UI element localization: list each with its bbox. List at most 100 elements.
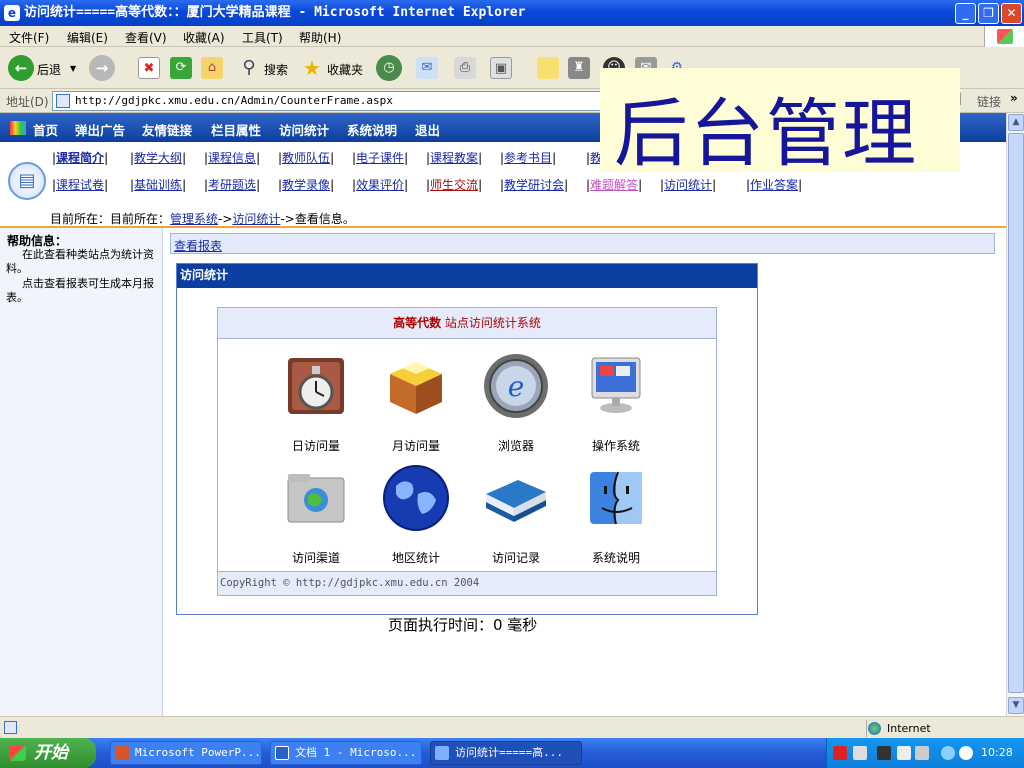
scroll-down-button[interactable]: ▼ (1008, 697, 1024, 714)
refresh-icon[interactable]: ⟳ (170, 57, 192, 79)
execution-time: 页面执行时间：0 毫秒 (388, 616, 538, 634)
nav-popup-ads[interactable]: 弹出广告 (75, 120, 125, 139)
item-label: 访问记录 (491, 551, 540, 565)
nav-home[interactable]: 首页 (33, 120, 58, 139)
computer-monitor-icon[interactable] (582, 352, 650, 420)
report-bar: 查看报表 (170, 233, 995, 254)
favorites-star-icon[interactable]: ★ (301, 57, 323, 79)
folder-globe-icon[interactable] (282, 464, 350, 532)
start-label: 开始 (34, 743, 68, 763)
browser-item[interactable]: e 浏览器 (466, 352, 566, 454)
menu-bar: 文件(F) 编辑(E) 查看(V) 收藏(A) 工具(T) 帮助(H) (0, 26, 1024, 47)
nav-logout[interactable]: 退出 (415, 120, 440, 139)
stats-system-heading: 高等代数 站点访问统计系统 (218, 308, 716, 339)
breadcrumb-visit-stats[interactable]: 访问统计 (232, 212, 280, 226)
earth-globe-icon[interactable] (382, 464, 450, 532)
monthly-visits-item[interactable]: 月访问量 (366, 352, 466, 454)
task-label: Microsoft PowerP... (135, 746, 261, 759)
back-dropdown-icon[interactable]: ▼ (70, 64, 76, 73)
task-label: 访问统计=====高... (455, 746, 563, 759)
menu-tools[interactable]: 工具(T) (242, 29, 283, 46)
task-label: 文档 1 - Microso... (295, 746, 417, 759)
chevron-icon[interactable]: » (1010, 91, 1018, 105)
stop-icon[interactable]: ✖ (138, 57, 160, 79)
restore-button[interactable]: ❐ (978, 3, 999, 24)
scroll-up-button[interactable]: ▲ (1008, 114, 1024, 131)
link-exams[interactable]: 课程试卷 (56, 178, 104, 192)
breadcrumb-separator: -> (218, 212, 233, 226)
research-icon[interactable]: ♜ (568, 57, 590, 79)
link-teaching-video[interactable]: 教学录像 (282, 178, 330, 192)
link-course-intro[interactable]: 课程简介 (56, 151, 104, 165)
powerpoint-icon (115, 746, 129, 760)
start-button[interactable]: 开始 (0, 738, 96, 768)
book-icon: ▤ (8, 162, 46, 200)
link-teachers[interactable]: 教师队伍 (282, 151, 330, 165)
tray-icon-2[interactable] (853, 746, 867, 760)
links-label[interactable]: 链接 (977, 93, 1001, 110)
package-icon[interactable] (382, 352, 450, 420)
back-arrow-icon[interactable]: ← (8, 55, 34, 81)
nav-column-props[interactable]: 栏目属性 (211, 120, 261, 139)
close-button[interactable]: ✕ (1001, 3, 1022, 24)
link-seminar[interactable]: 教学研讨会 (504, 178, 564, 192)
mail-icon[interactable]: ✉ (416, 57, 438, 79)
visit-log-item[interactable]: 访问记录 (466, 464, 566, 566)
link-references[interactable]: 参考书目 (504, 151, 552, 165)
menu-edit[interactable]: 编辑(E) (67, 29, 108, 46)
history-icon[interactable]: ◷ (376, 55, 402, 81)
address-input[interactable]: http://gdjpkc.xmu.edu.cn/Admin/CounterFr… (52, 91, 604, 111)
vertical-scrollbar[interactable]: ▲ ▼ (1006, 113, 1024, 716)
browser-ie-icon[interactable]: e (482, 352, 550, 420)
finder-face-icon[interactable] (582, 464, 650, 532)
tray-arrow-icon[interactable] (941, 746, 955, 760)
nav-friend-links[interactable]: 友情链接 (142, 120, 192, 139)
tray-icon-5[interactable] (915, 746, 929, 760)
print-icon[interactable]: ⎙ (454, 57, 476, 79)
os-item[interactable]: 操作系统 (566, 352, 666, 454)
link-postgrad-questions[interactable]: 考研题选 (208, 178, 256, 192)
link-lesson-plans[interactable]: 课程教案 (430, 151, 478, 165)
favorites-button-label[interactable]: 收藏夹 (327, 61, 363, 78)
books-icon[interactable] (482, 464, 550, 532)
scroll-thumb[interactable] (1008, 133, 1024, 693)
search-icon[interactable]: ⚲ (238, 57, 260, 79)
note-icon[interactable] (537, 57, 559, 79)
menu-help[interactable]: 帮助(H) (299, 29, 341, 46)
menu-file[interactable]: 文件(F) (9, 29, 49, 46)
visit-channel-item[interactable]: 访问渠道 (266, 464, 366, 566)
tray-icon-3[interactable] (877, 746, 891, 760)
system-help-item[interactable]: 系统说明 (566, 464, 666, 566)
nav-visit-stats[interactable]: 访问统计 (279, 120, 329, 139)
daily-visits-item[interactable]: 日访问量 (266, 352, 366, 454)
link-courseware[interactable]: 电子课件 (356, 151, 404, 165)
tray-icon-4[interactable] (897, 746, 911, 760)
link-evaluation[interactable]: 效果评价 (356, 178, 404, 192)
minimize-button[interactable]: _ (955, 3, 976, 24)
tray-icon-1[interactable] (833, 746, 847, 760)
home-icon[interactable]: ⌂ (201, 57, 223, 79)
link-cell: |参考书目| (500, 151, 557, 165)
region-stats-item[interactable]: 地区统计 (366, 464, 466, 566)
search-button-label[interactable]: 搜索 (264, 61, 288, 78)
link-syllabus[interactable]: 教学大纲 (134, 151, 182, 165)
back-button-label[interactable]: 后退 (37, 61, 61, 78)
link-teacher-student[interactable]: 师生交流 (430, 178, 478, 192)
task-word[interactable]: 文档 1 - Microso... (270, 741, 422, 765)
breadcrumb-admin-system[interactable]: 管理系统 (170, 212, 218, 226)
volume-icon[interactable] (959, 746, 973, 760)
forward-arrow-icon[interactable]: → (89, 55, 115, 81)
item-label: 操作系统 (591, 439, 640, 453)
heading-system-name: 站点访问统计系统 (444, 316, 541, 330)
link-course-info[interactable]: 课程信息 (208, 151, 256, 165)
window-icon[interactable]: ▣ (490, 57, 512, 79)
view-report-link[interactable]: 查看报表 (174, 237, 222, 254)
menu-favorites[interactable]: 收藏(A) (183, 29, 225, 46)
menu-view[interactable]: 查看(V) (125, 29, 167, 46)
link-cell: |教师队伍| (278, 151, 335, 165)
nav-system-help[interactable]: 系统说明 (347, 120, 397, 139)
task-ie-active[interactable]: 访问统计=====高... (430, 741, 582, 765)
stopwatch-icon[interactable] (282, 352, 350, 420)
link-basic-training[interactable]: 基础训练 (134, 178, 182, 192)
task-powerpoint[interactable]: Microsoft PowerP... (110, 741, 262, 765)
